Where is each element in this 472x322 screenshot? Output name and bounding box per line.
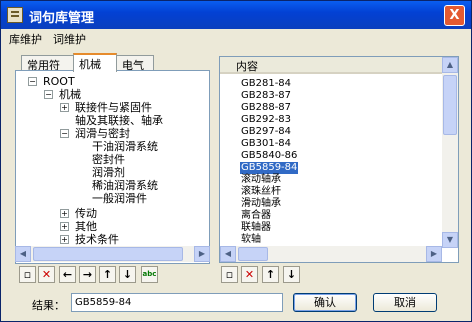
list-item[interactable]: 滚珠丝杆 (240, 186, 282, 198)
list-item[interactable]: 离合器 (240, 210, 272, 222)
tab-mechanical[interactable]: 机械 (73, 53, 117, 72)
arrow-down-icon[interactable]: ↓ (283, 266, 300, 283)
tree-node-label: 干油润滑系统 (92, 140, 158, 153)
menu-library-maintenance[interactable]: 库维护 (9, 31, 42, 47)
abc-icon[interactable]: abc (141, 266, 158, 283)
scroll-left-icon[interactable]: ◀ (220, 246, 236, 262)
expand-icon[interactable]: + (60, 209, 69, 218)
arrow-down-icon[interactable]: ↓ (119, 266, 136, 283)
scroll-thumb[interactable] (443, 75, 457, 135)
close-button[interactable]: X (444, 5, 465, 26)
collapse-icon[interactable]: − (44, 90, 53, 99)
tree-node-label: 密封件 (92, 153, 125, 166)
list-item[interactable]: 联轴器 (240, 222, 272, 234)
tree-node-label: ROOT (43, 75, 75, 88)
window-title: 词句库管理 (29, 11, 95, 26)
list-item[interactable]: GB292-83 (240, 114, 292, 126)
title-bar[interactable]: 词句库管理 X (1, 1, 471, 29)
content-list[interactable]: 内容 GB281-84 GB283-87 GB288-87 GB292-83 G… (219, 56, 459, 263)
category-tree[interactable]: − ROOT − 机械 + 联接件与紧固件 轴及其联接、轴承 − 润滑与密封 干… (15, 70, 210, 264)
tab-common-symbols[interactable]: 常用符号 (21, 55, 74, 88)
list-item[interactable]: GB297-84 (240, 126, 292, 138)
new-doc-icon[interactable]: ▫ (19, 266, 36, 283)
arrow-up-icon[interactable]: ↑ (99, 266, 116, 283)
tab-electrical[interactable]: 电气 (116, 55, 154, 72)
list-item[interactable]: GB281-84 (240, 78, 292, 90)
scroll-thumb[interactable] (238, 247, 268, 261)
list-item[interactable]: GB288-87 (240, 102, 292, 114)
list-toolbar: ▫ ✕ ↑ ↓ (221, 266, 311, 284)
menu-word-maintenance[interactable]: 词维护 (53, 31, 86, 47)
ok-button[interactable]: 确认 (293, 293, 357, 312)
app-icon (7, 7, 23, 23)
menu-bar: 库维护 词维护 (1, 29, 471, 47)
scroll-up-icon[interactable]: ▲ (442, 57, 458, 73)
tree-node-label: 技术条件 (75, 233, 119, 246)
delete-icon[interactable]: ✕ (241, 266, 258, 283)
scroll-right-icon[interactable]: ▶ (194, 246, 210, 262)
arrow-left-icon[interactable]: ← (59, 266, 76, 283)
dialog-window: 词句库管理 X 库维护 词维护 常用符号 机械 电气 − ROOT − 机械 +… (0, 0, 472, 322)
tree-node-label: 一般润滑件 (92, 192, 147, 205)
expand-icon[interactable]: + (60, 222, 69, 231)
list-item[interactable]: 滑动轴承 (240, 198, 282, 210)
list-item[interactable]: GB283-87 (240, 90, 292, 102)
tree-node-label: 机械 (59, 88, 81, 101)
cancel-button[interactable]: 取消 (373, 293, 437, 312)
scroll-down-icon[interactable]: ▼ (442, 232, 458, 248)
tree-node-label: 其他 (75, 220, 97, 233)
scroll-thumb[interactable] (33, 247, 183, 261)
list-vertical-scrollbar[interactable]: ▲ ▼ (442, 57, 458, 248)
tree-toolbar: ▫ ✕ ← → ↑ ↓ abc (19, 266, 179, 284)
new-doc-icon[interactable]: ▫ (221, 266, 238, 283)
arrow-right-icon[interactable]: → (79, 266, 96, 283)
expand-icon[interactable]: + (60, 235, 69, 244)
tree-node-label: 传动 (75, 207, 97, 220)
list-item-selected[interactable]: GB5859-84 (240, 162, 299, 174)
list-horizontal-scrollbar[interactable]: ◀ ▶ (220, 246, 442, 262)
tree-node-label: 轴及其联接、轴承 (75, 114, 163, 127)
collapse-icon[interactable]: − (60, 129, 69, 138)
tree-horizontal-scrollbar[interactable]: ◀ ▶ (15, 246, 210, 262)
tree-node-label: 润滑剂 (92, 166, 125, 179)
scroll-right-icon[interactable]: ▶ (426, 246, 442, 262)
list-item[interactable]: 软轴 (240, 234, 262, 246)
result-field[interactable]: GB5859-84 (71, 293, 283, 312)
list-item[interactable]: GB301-84 (240, 138, 292, 150)
result-label: 结果： (32, 299, 65, 312)
expand-icon[interactable]: + (60, 103, 69, 112)
list-item[interactable]: GB5840-86 (240, 150, 298, 162)
scroll-left-icon[interactable]: ◀ (15, 246, 31, 262)
tree-node-label: 联接件与紧固件 (75, 101, 152, 114)
delete-icon[interactable]: ✕ (38, 266, 55, 283)
list-item[interactable]: 滚动轴承 (240, 174, 282, 186)
column-content: 内容 (236, 60, 258, 73)
tree-node-label: 润滑与密封 (75, 127, 130, 140)
collapse-icon[interactable]: − (28, 77, 37, 86)
arrow-up-icon[interactable]: ↑ (262, 266, 279, 283)
tree-node-label: 稀油润滑系统 (92, 179, 158, 192)
list-header[interactable]: 内容 (220, 57, 442, 74)
